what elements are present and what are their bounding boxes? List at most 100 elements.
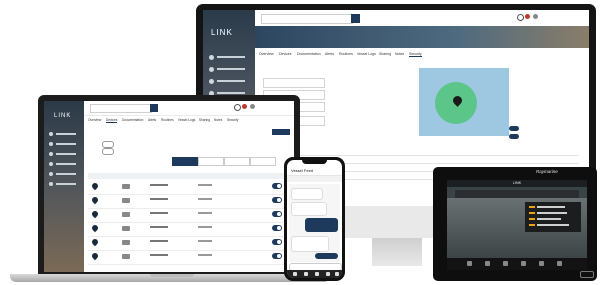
tab-overview[interactable]: Overview: [259, 52, 274, 56]
table-header: [88, 173, 290, 179]
video-icon[interactable]: [503, 261, 508, 266]
avatar[interactable]: [250, 104, 255, 109]
search-button[interactable]: [150, 104, 158, 112]
toggle-switch[interactable]: [509, 126, 519, 131]
sidebar-item[interactable]: [207, 78, 251, 85]
sidebar-item[interactable]: [207, 66, 251, 73]
table-row[interactable]: [88, 236, 290, 251]
tab-sharing[interactable]: Sharing: [199, 118, 210, 122]
table-row[interactable]: [88, 222, 290, 237]
add-device-button[interactable]: [272, 129, 290, 135]
table-row[interactable]: [88, 250, 290, 265]
phone-notch: [302, 160, 327, 164]
home-icon[interactable]: [467, 261, 472, 266]
tab-devices[interactable]: Devices: [106, 118, 118, 123]
tab-security[interactable]: Security: [227, 118, 239, 122]
tab-overview[interactable]: Overview: [88, 118, 101, 122]
table-row[interactable]: [88, 194, 290, 209]
laptop-topbar: [84, 101, 294, 116]
tab-alerts[interactable]: Alerts: [148, 118, 156, 122]
phone-nav-bar: [287, 270, 342, 278]
layers-icon[interactable]: [521, 261, 526, 266]
compass-icon[interactable]: [304, 272, 308, 276]
tab-security[interactable]: Security: [409, 52, 422, 57]
tab-notes[interactable]: Notes: [395, 52, 404, 56]
filter-button[interactable]: [172, 157, 198, 166]
tab-documentation[interactable]: Documentation: [122, 118, 143, 122]
tab-bar: Overview Devices Documentation Alerts Ro…: [88, 118, 288, 125]
table-row[interactable]: [88, 208, 290, 223]
location-pin-icon: [90, 181, 100, 191]
tab-routines[interactable]: Routines: [161, 118, 174, 122]
toggle-switch[interactable]: [272, 239, 282, 245]
sidebar-item[interactable]: [48, 181, 80, 187]
location-pin-icon: [90, 195, 100, 205]
mfd-buttons[interactable]: [580, 271, 594, 278]
toggle-switch[interactable]: [509, 134, 519, 139]
toggle-switch[interactable]: [102, 148, 114, 155]
mfd-bottom-bar: [447, 258, 587, 270]
phone-title: Vessel Feed: [291, 168, 314, 173]
camera-icon[interactable]: [293, 272, 297, 276]
sidebar-item[interactable]: [207, 54, 251, 61]
waypoint-icon[interactable]: [485, 261, 490, 266]
chat-icon[interactable]: [326, 272, 330, 276]
vessel-icon[interactable]: [315, 272, 319, 276]
form-field[interactable]: [263, 78, 325, 88]
toggle-switch[interactable]: [272, 211, 282, 217]
search-input[interactable]: [90, 104, 152, 113]
nav-icon: [209, 55, 214, 60]
sidebar-item[interactable]: [48, 161, 80, 167]
tab-vessel-logs[interactable]: Vessel Logs: [357, 52, 376, 56]
search-input[interactable]: [261, 14, 353, 24]
event-list: [525, 202, 581, 232]
device-icon: [122, 198, 130, 203]
toggle-switch[interactable]: [272, 183, 282, 189]
app-logo: LINK: [211, 28, 233, 37]
tab-vessel-logs[interactable]: Vessel Logs: [178, 118, 195, 122]
settings-icon[interactable]: [557, 261, 562, 266]
nav-icon: [49, 172, 53, 176]
phone-tab-bar[interactable]: [287, 176, 342, 182]
filter-button[interactable]: [198, 157, 224, 166]
filter-button[interactable]: [224, 157, 250, 166]
laptop-screen: LINK Overview Devices Documentation Aler…: [44, 101, 294, 272]
nav-icon: [49, 132, 53, 136]
sidebar-item[interactable]: [48, 151, 80, 157]
tab-routines[interactable]: Routines: [339, 52, 353, 56]
tab-alerts[interactable]: Alerts: [325, 52, 334, 56]
help-icon[interactable]: [234, 104, 241, 111]
tab-devices[interactable]: Devices: [279, 52, 291, 56]
location-pin-icon: [90, 237, 100, 247]
avatar[interactable]: [533, 14, 538, 19]
table-row[interactable]: [88, 180, 290, 195]
toggle-switch[interactable]: [272, 253, 282, 259]
monitor-topbar: [255, 10, 589, 27]
sidebar-item[interactable]: [48, 171, 80, 177]
notification-icon[interactable]: [525, 14, 530, 19]
toggle-switch[interactable]: [102, 141, 114, 148]
notification-icon[interactable]: [242, 104, 247, 109]
sidebar-item[interactable]: [48, 141, 80, 147]
menu-icon[interactable]: [335, 272, 339, 276]
toggle-switch[interactable]: [272, 197, 282, 203]
weather-icon[interactable]: [539, 261, 544, 266]
message-bubble: [291, 202, 327, 216]
filter-button[interactable]: [250, 157, 276, 166]
nav-icon: [49, 162, 53, 166]
toggle-switch[interactable]: [272, 225, 282, 231]
phone-screen: Vessel Feed: [287, 160, 342, 278]
tab-documentation[interactable]: Documentation: [297, 52, 321, 56]
help-icon[interactable]: [517, 14, 524, 21]
search-button[interactable]: [351, 14, 360, 23]
nav-icon: [209, 79, 214, 84]
tab-notes[interactable]: Notes: [214, 118, 222, 122]
sidebar-item[interactable]: [48, 131, 80, 137]
message-bubble: [305, 218, 338, 232]
monitor-stand: [372, 238, 422, 266]
mfd-toolbar: [455, 190, 579, 198]
message-bubble: [315, 253, 338, 259]
tab-sharing[interactable]: Sharing: [379, 52, 391, 56]
nav-icon: [209, 67, 214, 72]
message-bubble: [291, 188, 323, 200]
